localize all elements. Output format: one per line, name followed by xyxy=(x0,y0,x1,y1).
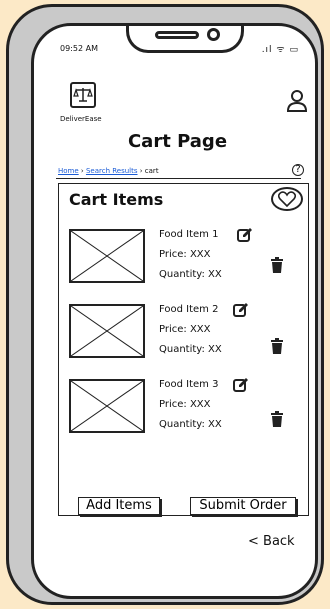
help-icon[interactable]: ? xyxy=(292,164,304,176)
item-quantity: Quantity: XX xyxy=(159,344,222,355)
item-image-placeholder xyxy=(69,379,145,433)
item-name: Food Item 2 xyxy=(159,304,219,315)
breadcrumb-separator: › xyxy=(80,167,84,175)
item-name: Food Item 1 xyxy=(159,229,219,240)
item-quantity: Quantity: XX xyxy=(159,419,222,430)
divider xyxy=(56,178,301,179)
breadcrumb-search-link[interactable]: Search Results xyxy=(86,167,138,175)
item-name: Food Item 3 xyxy=(159,379,219,390)
camera-icon xyxy=(207,28,220,41)
item-price: Price: XXX xyxy=(159,399,211,410)
item-price: Price: XXX xyxy=(159,249,211,260)
phone-screen: 09:52 AM .ıl ᯤ ▭ DeliverEase Cart Page H… xyxy=(31,23,318,599)
breadcrumb-separator: › xyxy=(139,167,143,175)
phone-frame: 09:52 AM .ıl ᯤ ▭ DeliverEase Cart Page H… xyxy=(6,4,324,605)
cart-item: Food Item 2 Price: XXX Quantity: XX xyxy=(69,302,304,360)
brand-name: DeliverEase xyxy=(60,115,102,123)
speaker-icon xyxy=(155,31,199,39)
edit-icon[interactable] xyxy=(237,227,253,247)
logo-icon[interactable] xyxy=(70,82,96,108)
phone-notch xyxy=(126,26,244,53)
item-price: Price: XXX xyxy=(159,324,211,335)
scale-icon xyxy=(73,88,93,102)
breadcrumb-home-link[interactable]: Home xyxy=(58,167,79,175)
page-title: Cart Page xyxy=(127,131,228,152)
trash-icon[interactable] xyxy=(271,257,283,277)
trash-icon[interactable] xyxy=(271,411,283,431)
edit-icon[interactable] xyxy=(233,302,249,322)
breadcrumb-current: cart xyxy=(144,167,159,175)
item-image-placeholder xyxy=(69,304,145,358)
cart-title: Cart Items xyxy=(69,190,164,209)
user-icon[interactable] xyxy=(286,90,308,116)
cart-item: Food Item 1 Price: XXX Quantity: XX xyxy=(69,227,304,285)
back-link[interactable]: < Back xyxy=(248,534,295,549)
cart-card: Cart Items Food Item 1 Price: XXX Quanti… xyxy=(58,183,309,516)
status-icons: .ıl ᯤ ▭ xyxy=(261,45,299,55)
item-quantity: Quantity: XX xyxy=(159,269,222,280)
trash-icon[interactable] xyxy=(271,338,283,358)
add-items-button[interactable]: Add Items xyxy=(78,497,160,515)
edit-icon[interactable] xyxy=(233,377,249,397)
item-image-placeholder xyxy=(69,229,145,283)
favorite-button[interactable] xyxy=(271,187,303,211)
heart-icon xyxy=(278,191,296,207)
breadcrumb: Home › Search Results › cart xyxy=(58,167,159,175)
cart-item: Food Item 3 Price: XXX Quantity: XX xyxy=(69,377,304,435)
submit-order-button[interactable]: Submit Order xyxy=(190,497,296,515)
status-time: 09:52 AM xyxy=(60,44,98,53)
